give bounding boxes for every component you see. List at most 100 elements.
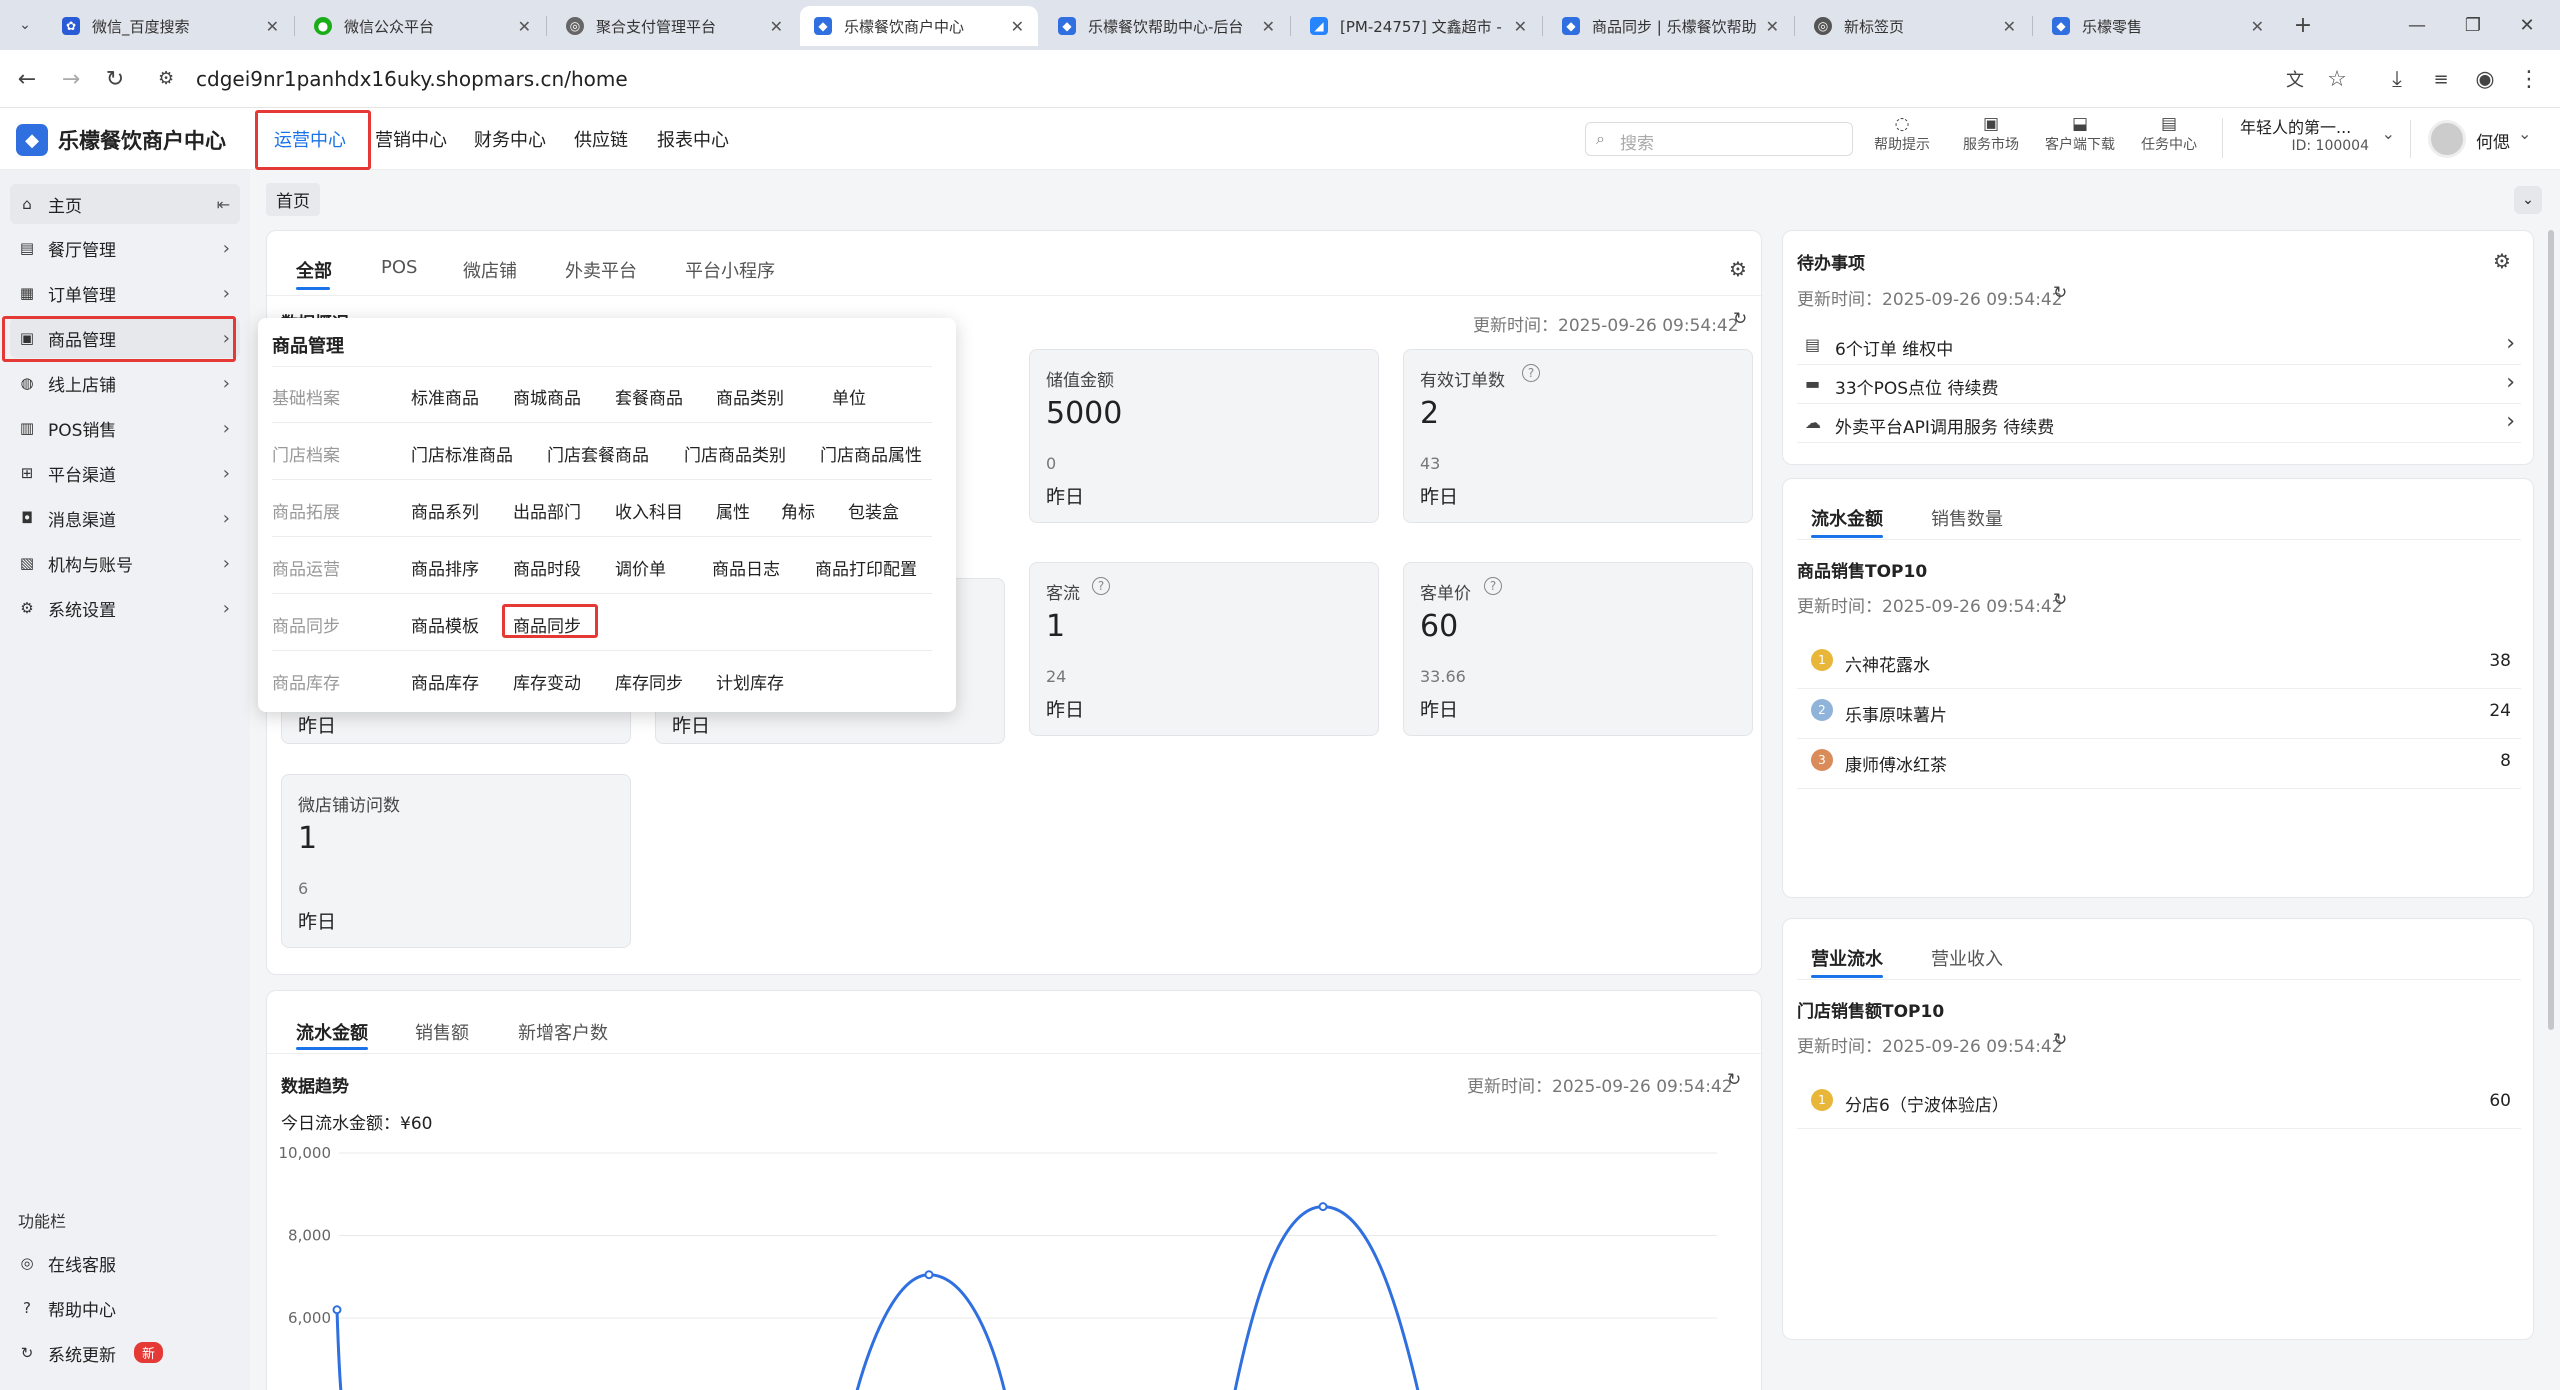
sidebar-item-channels[interactable]: ⊞ 平台渠道 › bbox=[10, 453, 240, 493]
expand-chevron-icon[interactable]: ⌄ bbox=[2514, 186, 2542, 214]
help-circle-icon[interactable]: ? bbox=[1484, 577, 1502, 595]
browser-tab-active[interactable]: ◆ 乐檬餐饮商户中心 ✕ bbox=[800, 6, 1038, 46]
menu-link[interactable]: 商城商品 bbox=[513, 384, 581, 409]
translate-icon[interactable]: 文 bbox=[2278, 62, 2312, 96]
menu-link[interactable]: 调价单 bbox=[615, 555, 666, 580]
browser-tab[interactable]: ◢ [PM-24757] 文鑫超市 - ✕ bbox=[1296, 6, 1541, 46]
reading-list-icon[interactable]: ≡ bbox=[2424, 62, 2458, 96]
menu-link[interactable]: 库存变动 bbox=[513, 669, 581, 694]
client-download-button[interactable]: ⬓ 客户端下载 bbox=[2038, 114, 2122, 154]
menu-link[interactable]: 门店商品属性 bbox=[820, 441, 922, 466]
close-icon[interactable]: ✕ bbox=[1011, 17, 1024, 36]
menu-link[interactable]: 门店套餐商品 bbox=[547, 441, 649, 466]
menu-link[interactable]: 计划库存 bbox=[716, 669, 784, 694]
gear-icon[interactable]: ⚙ bbox=[1729, 257, 1747, 281]
site-settings-icon[interactable]: ⚙ bbox=[158, 68, 174, 89]
close-icon[interactable]: ✕ bbox=[2251, 17, 2264, 36]
menu-link[interactable]: 属性 bbox=[716, 498, 750, 523]
tab-business-flow[interactable]: 营业流水 bbox=[1811, 945, 1883, 971]
sidebar-item-messages[interactable]: ◘ 消息渠道 › bbox=[10, 498, 240, 538]
menu-link[interactable]: 商品库存 bbox=[411, 669, 479, 694]
close-icon[interactable]: ✕ bbox=[266, 17, 279, 36]
tab-mini-program[interactable]: 平台小程序 bbox=[685, 257, 775, 283]
close-icon[interactable]: ✕ bbox=[1514, 17, 1527, 36]
gear-icon[interactable]: ⚙ bbox=[2493, 249, 2511, 273]
avatar[interactable] bbox=[2428, 120, 2466, 158]
help-circle-icon[interactable]: ? bbox=[1092, 577, 1110, 595]
tab-sales-quantity[interactable]: 销售数量 bbox=[1931, 505, 2003, 531]
sidebar-item-home[interactable]: ⌂ 主页 ⇤ bbox=[10, 184, 240, 224]
browser-tab[interactable]: ◆ 乐檬零售 ✕ bbox=[2038, 6, 2278, 46]
search-input[interactable]: ⌕ 搜索 bbox=[1585, 122, 1853, 156]
menu-link[interactable]: 角标 bbox=[781, 498, 815, 523]
online-service-link[interactable]: ◎ 在线客服 bbox=[10, 1243, 240, 1283]
page-scrollbar[interactable] bbox=[2548, 230, 2554, 1030]
close-icon[interactable]: ✕ bbox=[2003, 17, 2016, 36]
help-tips-button[interactable]: ◌ 帮助提示 bbox=[1870, 114, 1934, 154]
sidebar-item-orders[interactable]: ▦ 订单管理 › bbox=[10, 273, 240, 313]
tab-all[interactable]: 全部 bbox=[296, 257, 332, 283]
reload-icon[interactable]: ↻ bbox=[98, 62, 132, 96]
close-icon[interactable]: ✕ bbox=[518, 17, 531, 36]
menu-link[interactable]: 库存同步 bbox=[615, 669, 683, 694]
data-point[interactable] bbox=[924, 1270, 934, 1280]
tab-delivery[interactable]: 外卖平台 bbox=[565, 257, 637, 283]
sidebar-item-accounts[interactable]: ▧ 机构与账号 › bbox=[10, 543, 240, 583]
task-center-button[interactable]: ▤ 任务中心 bbox=[2134, 114, 2204, 154]
close-window-icon[interactable]: ✕ bbox=[2510, 8, 2544, 42]
minimize-icon[interactable]: — bbox=[2400, 8, 2434, 42]
todo-item[interactable]: ▤ 6个订单 维权中 › bbox=[1797, 329, 2521, 365]
sidebar-item-settings[interactable]: ⚙ 系统设置 › bbox=[10, 588, 240, 628]
tab-flow-amount[interactable]: 流水金额 bbox=[1811, 505, 1883, 531]
bookmark-star-icon[interactable]: ☆ bbox=[2320, 62, 2354, 96]
menu-link[interactable]: 单位 bbox=[832, 384, 866, 409]
url-field[interactable]: ⚙ cdgei9nr1panhdx16uky.shopmars.cn/home bbox=[148, 56, 2288, 102]
data-point[interactable] bbox=[1318, 1202, 1328, 1212]
nav-marketing[interactable]: 营销中心 bbox=[375, 126, 447, 152]
menu-link[interactable]: 标准商品 bbox=[411, 384, 479, 409]
menu-link[interactable]: 出品部门 bbox=[513, 498, 581, 523]
refresh-icon[interactable]: ↻ bbox=[2053, 283, 2067, 303]
collapse-sidebar-icon[interactable]: ⇤ bbox=[217, 195, 230, 214]
breadcrumb[interactable]: 首页 bbox=[266, 183, 320, 216]
menu-link[interactable]: 包装盒 bbox=[848, 498, 899, 523]
refresh-icon[interactable]: ↻ bbox=[1727, 1070, 1741, 1090]
nav-reports[interactable]: 报表中心 bbox=[657, 126, 729, 152]
sidebar-item-online-store[interactable]: ◍ 线上店铺 › bbox=[10, 363, 240, 403]
sidebar-item-pos[interactable]: ▥ POS销售 › bbox=[10, 408, 240, 448]
refresh-icon[interactable]: ↻ bbox=[1733, 309, 1747, 329]
profile-icon[interactable]: ◉ bbox=[2468, 62, 2502, 96]
system-update-link[interactable]: ↻ 系统更新 新 bbox=[10, 1333, 240, 1373]
browser-tab[interactable]: ◎ 新标签页 ✕ bbox=[1800, 6, 2030, 46]
close-icon[interactable]: ✕ bbox=[1766, 17, 1779, 36]
close-icon[interactable]: ✕ bbox=[1262, 17, 1275, 36]
service-market-button[interactable]: ▣ 服务市场 bbox=[1956, 114, 2026, 154]
new-tab-icon[interactable]: + bbox=[2286, 8, 2320, 42]
tab-business-income[interactable]: 营业收入 bbox=[1931, 945, 2003, 971]
tab-sales[interactable]: 销售额 bbox=[415, 1019, 469, 1045]
sidebar-item-restaurant[interactable]: ▤ 餐厅管理 › bbox=[10, 228, 240, 268]
org-switcher[interactable]: 年轻人的第一... ID: 100004 ⌄ bbox=[2240, 114, 2395, 154]
restore-icon[interactable]: ❐ bbox=[2456, 8, 2490, 42]
tab-micro-store[interactable]: 微店铺 bbox=[463, 257, 517, 283]
nav-finance[interactable]: 财务中心 bbox=[474, 126, 546, 152]
menu-link[interactable]: 商品模板 bbox=[411, 612, 479, 637]
menu-link[interactable]: 门店标准商品 bbox=[411, 441, 513, 466]
menu-link[interactable]: 商品排序 bbox=[411, 555, 479, 580]
tab-new-customers[interactable]: 新增客户数 bbox=[518, 1019, 608, 1045]
todo-item[interactable]: ☁ 外卖平台API调用服务 待续费 › bbox=[1797, 407, 2521, 443]
refresh-icon[interactable]: ↻ bbox=[2053, 1030, 2067, 1050]
user-name[interactable]: 何偲 bbox=[2476, 128, 2510, 153]
forward-icon[interactable]: → bbox=[54, 62, 88, 96]
browser-tab[interactable]: ● 微信公众平台 ✕ bbox=[300, 6, 545, 46]
refresh-icon[interactable]: ↻ bbox=[2053, 590, 2067, 610]
browser-tab[interactable]: ◆ 商品同步 | 乐檬餐饮帮助 ✕ bbox=[1548, 6, 1793, 46]
menu-link[interactable]: 商品系列 bbox=[411, 498, 479, 523]
menu-link[interactable]: 商品时段 bbox=[513, 555, 581, 580]
menu-link[interactable]: 门店商品类别 bbox=[684, 441, 786, 466]
menu-link[interactable]: 套餐商品 bbox=[615, 384, 683, 409]
more-menu-icon[interactable]: ⋮ bbox=[2512, 62, 2546, 96]
todo-item[interactable]: ▬ 33个POS点位 待续费 › bbox=[1797, 368, 2521, 404]
browser-tab[interactable]: ✿ 微信_百度搜索 ✕ bbox=[48, 6, 293, 46]
menu-link[interactable]: 商品日志 bbox=[712, 555, 780, 580]
